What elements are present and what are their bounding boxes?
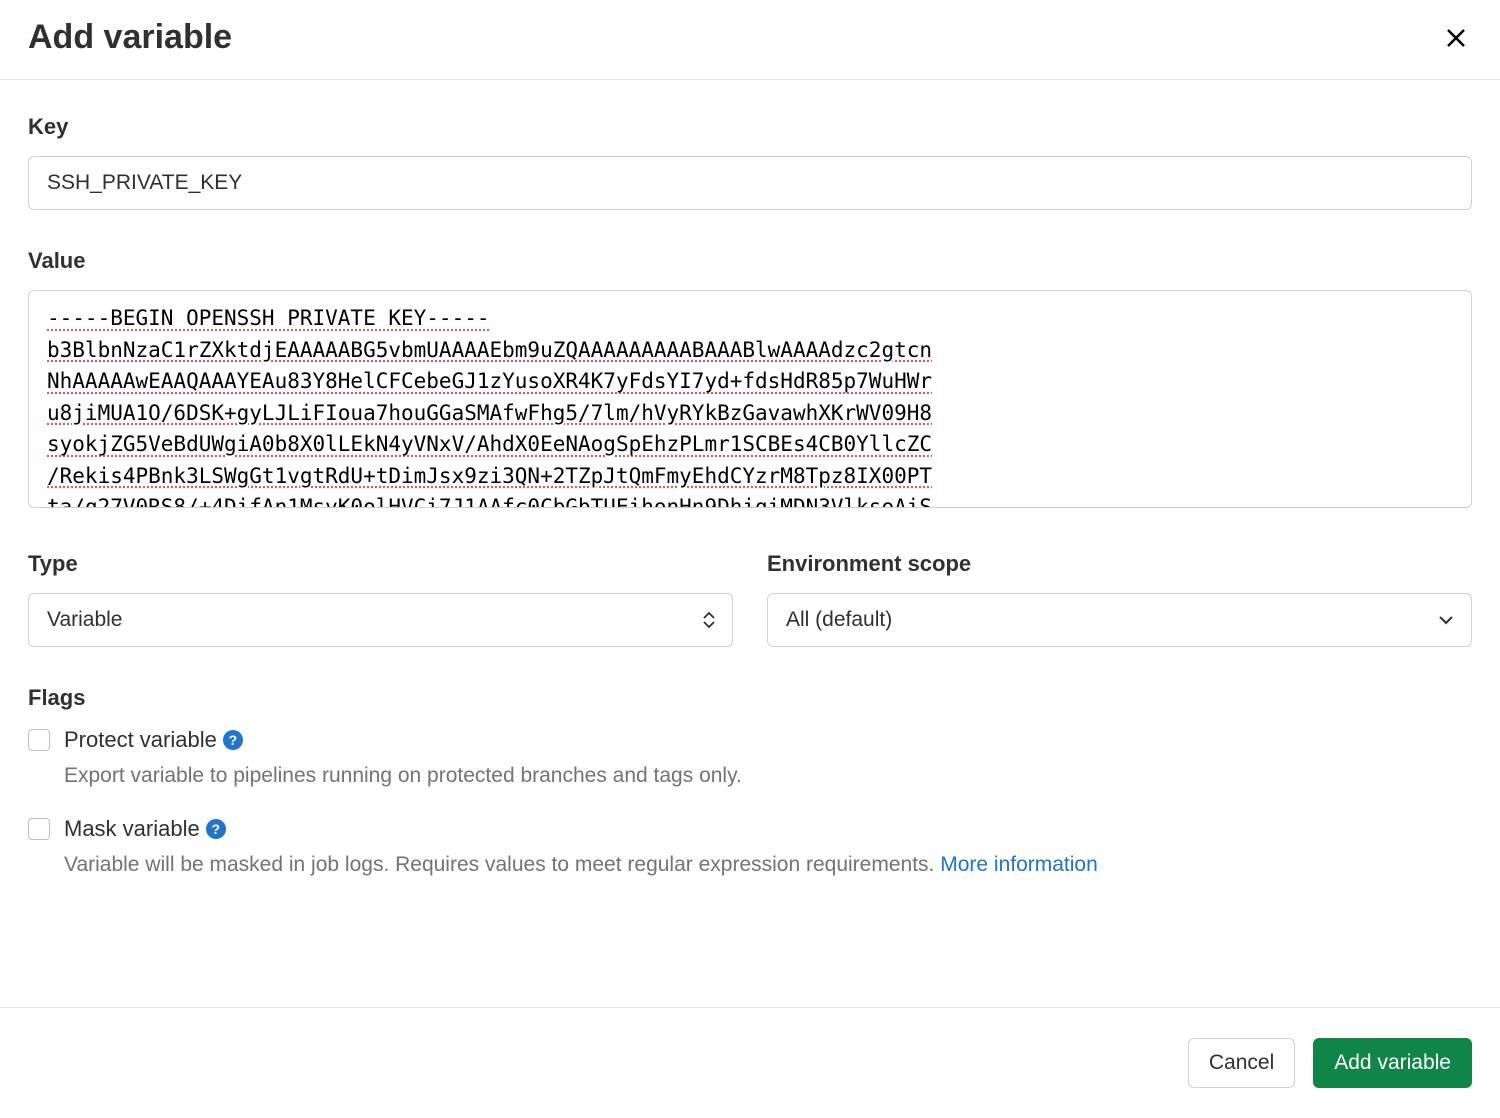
mask-row: Mask variable ? (28, 816, 1472, 842)
mask-helper-text: Variable will be masked in job logs. Req… (64, 853, 940, 876)
mask-label[interactable]: Mask variable ? (64, 816, 226, 842)
value-label: Value (28, 248, 1472, 274)
protect-label[interactable]: Protect variable ? (64, 727, 243, 753)
protect-label-text: Protect variable (64, 727, 217, 753)
value-field-group: Value (28, 248, 1472, 513)
modal-footer: Cancel Add variable (0, 1007, 1500, 1118)
environment-scope-select[interactable]: All (default) (767, 593, 1472, 647)
modal-header: Add variable (0, 0, 1500, 79)
type-select-wrap: Variable (28, 593, 733, 647)
more-information-link[interactable]: More information (940, 853, 1098, 876)
key-field-group: Key (28, 114, 1472, 210)
help-icon[interactable]: ? (223, 730, 243, 750)
key-label: Key (28, 114, 1472, 140)
mask-checkbox[interactable] (28, 818, 50, 840)
type-col: Type Variable (28, 551, 733, 647)
add-variable-button[interactable]: Add variable (1313, 1038, 1472, 1088)
type-scope-row: Type Variable Environment scope All (def… (28, 551, 1472, 647)
value-textarea[interactable] (28, 290, 1472, 508)
key-input[interactable] (28, 156, 1472, 210)
flags-title: Flags (28, 685, 1472, 711)
mask-helper: Variable will be masked in job logs. Req… (64, 850, 1472, 879)
help-icon[interactable]: ? (206, 819, 226, 839)
close-button[interactable] (1440, 22, 1472, 54)
protect-checkbox[interactable] (28, 729, 50, 751)
scope-select-wrap: All (default) (767, 593, 1472, 647)
cancel-button[interactable]: Cancel (1188, 1038, 1295, 1088)
protect-row: Protect variable ? (28, 727, 1472, 753)
modal-title: Add variable (28, 18, 232, 57)
scope-col: Environment scope All (default) (767, 551, 1472, 647)
flags-group: Flags Protect variable ? Export variable… (28, 685, 1472, 880)
modal-body: Key Value Type Variable Environment scop… (0, 80, 1500, 926)
close-icon (1444, 26, 1468, 50)
type-label: Type (28, 551, 733, 577)
protect-helper: Export variable to pipelines running on … (64, 761, 1472, 790)
type-select[interactable]: Variable (28, 593, 733, 647)
scope-label: Environment scope (767, 551, 1472, 577)
mask-label-text: Mask variable (64, 816, 200, 842)
